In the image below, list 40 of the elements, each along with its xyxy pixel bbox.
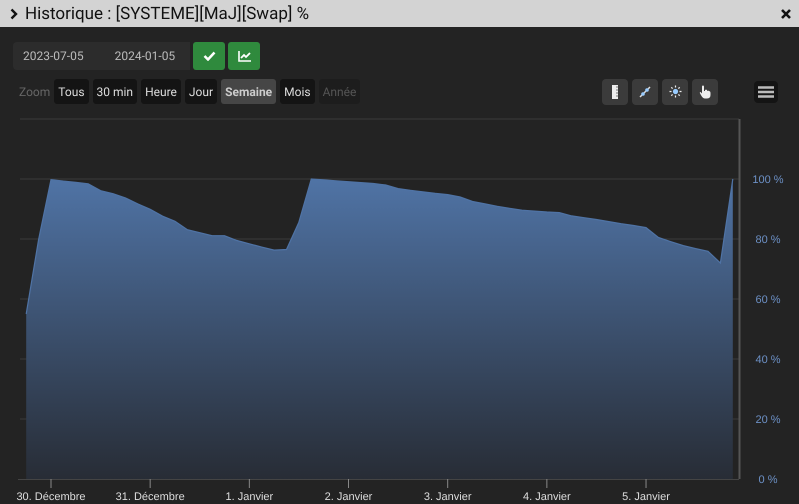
x-axis-label: 30. Décembre	[16, 491, 86, 503]
y-axis-label: 20 %	[755, 414, 781, 426]
y-axis-label: 0 %	[758, 474, 778, 486]
x-axis-label: 5. Janvier	[622, 491, 670, 503]
y-axis-label: 80 %	[755, 234, 781, 246]
hand-pointer-icon	[699, 84, 712, 98]
y-axis-label: 40 %	[755, 354, 781, 366]
end-date: 2024-01-05	[114, 49, 176, 63]
menu-icon	[758, 86, 774, 98]
zoom-button[interactable]: Tous	[54, 79, 89, 104]
window-title: Historique : [SYSTEME][MaJ][Swap] %	[25, 4, 310, 24]
x-axis-label: 1. Janvier	[225, 491, 274, 503]
zoom-button[interactable]: Mois	[280, 79, 315, 104]
x-axis-label: 2. Janvier	[324, 491, 372, 503]
sun-button[interactable]	[662, 78, 688, 104]
line-points-icon	[639, 86, 652, 98]
checkmark-icon	[202, 51, 216, 61]
y-axis-label: 60 %	[755, 294, 781, 306]
menu-button[interactable]	[754, 80, 778, 102]
start-date: 2023-07-05	[23, 49, 84, 63]
ruler-button[interactable]	[602, 78, 628, 104]
line-chart-icon	[238, 50, 250, 62]
connect-button[interactable]	[632, 78, 658, 104]
zoom-label: Zoom	[19, 84, 50, 98]
zoom-button[interactable]: Heure	[141, 79, 181, 104]
chevron-icon[interactable]	[10, 8, 18, 20]
x-axis-label: 31. Décembre	[116, 491, 185, 503]
x-axis-label: 4. Janvier	[523, 491, 571, 503]
zoom-button[interactable]: 30 min	[92, 79, 138, 104]
date-range-field[interactable]: 2023-07-05 2024-01-05	[13, 42, 190, 70]
x-axis-label: 3. Janvier	[424, 491, 472, 503]
zoom-button[interactable]: Jour	[184, 79, 218, 104]
y-axis-label: 100 %	[752, 174, 784, 186]
pointer-button[interactable]	[692, 78, 718, 104]
ruler-icon	[612, 84, 618, 98]
chart-button[interactable]	[228, 42, 260, 70]
close-icon[interactable]	[780, 8, 792, 20]
sun-icon	[668, 85, 682, 98]
apply-button[interactable]	[193, 42, 225, 70]
zoom-button[interactable]: Semaine	[221, 79, 276, 104]
